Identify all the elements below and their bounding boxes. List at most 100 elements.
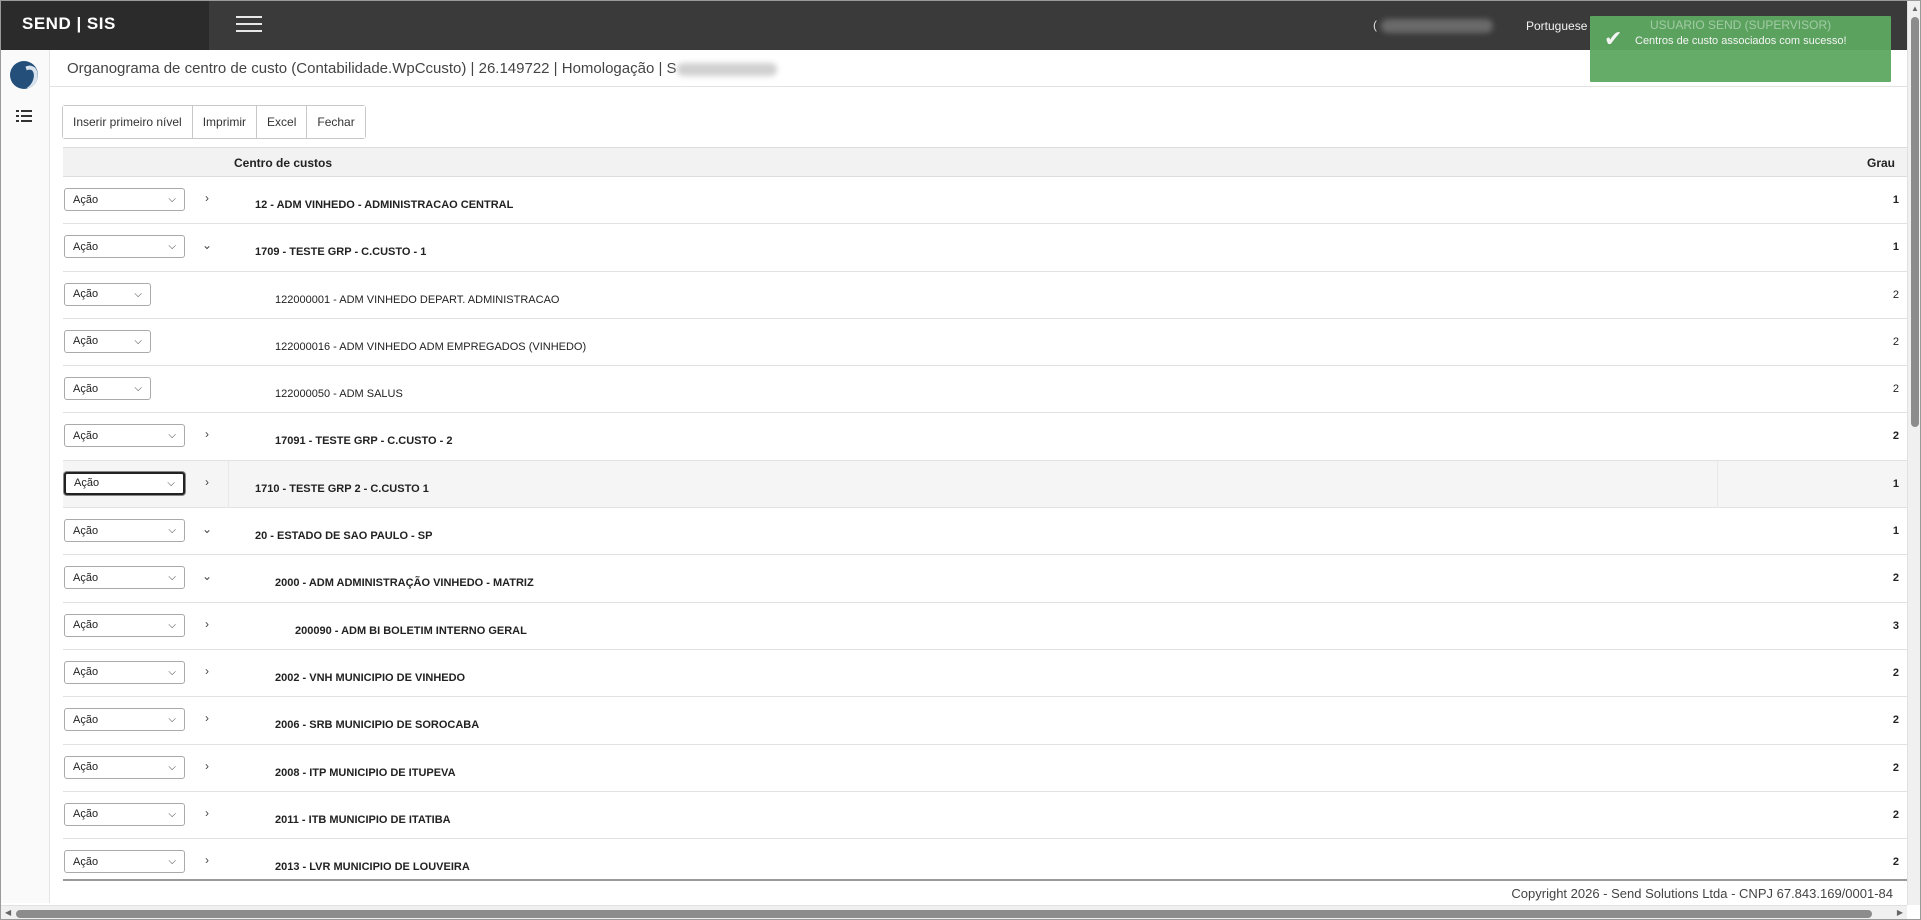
cost-center-name: 200090 - ADM BI BOLETIM INTERNO GERAL [295,624,527,637]
table-row[interactable]: Ação ⌵ ⌄ 1709 - TESTE GRP - C.CUSTO - 1 1 [63,224,1907,272]
table-row[interactable]: Ação ⌵ › 2011 - ITB MUNICIPIO DE ITATIBA 2 [63,792,1907,840]
collapse-icon[interactable]: ⌄ [200,238,214,252]
chevron-down-icon: ⌵ [168,525,176,537]
scroll-up-icon[interactable]: ▲ [1911,4,1919,13]
cost-center-name: 1710 - TESTE GRP 2 - C.CUSTO 1 [255,482,429,495]
print-button[interactable]: Imprimir [192,106,258,138]
table-row[interactable]: Ação ⌵ ⌄ 20 - ESTADO DE SAO PAULO - SP 1 [63,508,1907,556]
grau-value: 2 [1892,666,1899,679]
chevron-down-icon: ⌵ [134,335,142,347]
expand-icon[interactable]: › [200,806,214,820]
app-logo-icon[interactable] [10,61,38,89]
action-select[interactable]: Ação ⌵ [64,613,185,637]
action-select[interactable]: Ação ⌵ [64,188,185,211]
chevron-down-icon: ⌵ [168,856,176,868]
action-select[interactable]: Ação ⌵ [64,708,185,732]
action-select[interactable]: Ação ⌵ [64,566,185,590]
chevron-down-icon: ⌵ [168,241,176,253]
cost-center-name: 2002 - VNH MUNICIPIO DE VINHEDO [275,671,466,684]
table-row[interactable]: Ação ⌵ › 200090 - ADM BI BOLETIM INTERNO GE… [63,603,1907,650]
vertical-scroll-thumb[interactable] [1911,17,1919,427]
action-select[interactable]: Ação ⌵ [64,660,185,684]
action-select[interactable]: Ação ⌵ [64,755,185,779]
cost-center-name: 2011 - ITB MUNICIPIO DE ITATIBA [275,813,451,826]
table-row[interactable]: Ação ⌵ › 12 - ADM VINHEDO - ADMINISTRACAO C… [63,177,1907,225]
action-select-label: Ação [73,666,99,679]
menu-icon[interactable] [236,16,262,34]
horizontal-scroll-thumb[interactable] [16,910,1872,918]
grau-value: 2 [1892,572,1899,585]
action-select[interactable]: Ação ⌵ [64,329,151,353]
cost-center-name: 122000016 - ADM VINHEDO ADM EMPREGADOS (… [275,340,587,353]
action-select[interactable]: Ação ⌵ [64,377,151,401]
scroll-right-icon[interactable]: ▶ [1897,908,1903,917]
table-row[interactable]: Ação ⌵ › 2008 - ITP MUNICIPIO DE ITUPEVA 2 [63,745,1907,792]
collapse-icon[interactable]: ⌄ [200,522,214,536]
grau-value: 3 [1892,619,1899,632]
action-select[interactable]: Ação ⌵ [64,802,185,826]
action-select[interactable]: Ação ⌵ [64,235,185,259]
action-select[interactable]: Ação ⌵ [64,850,185,874]
expand-icon[interactable]: › [200,617,214,631]
column-header-cost-center[interactable]: Centro de custos [234,156,332,170]
table-row[interactable]: Ação ⌵ 122000016 - ADM VINHEDO ADM EMPREGA… [63,319,1907,367]
collapse-icon[interactable]: ⌄ [200,569,214,583]
table-row[interactable]: Ação ⌵ › 2006 - SRB MUNICIPIO DE SOROCABA 2 [63,697,1907,745]
table-row[interactable]: Ação ⌵ › 1710 - TESTE GRP 2 - C.CUSTO 1 1 [63,460,1907,509]
expand-icon[interactable]: › [200,664,214,678]
action-select[interactable]: Ação ⌵ [64,519,185,543]
horizontal-scrollbar[interactable]: ◀ ▶ [1,905,1907,919]
list-icon[interactable] [16,109,32,123]
language-selector[interactable]: Portuguese [1526,19,1587,33]
chevron-down-icon: ⌵ [167,477,175,489]
cost-center-name: 12 - ADM VINHEDO - ADMINISTRACAO CENTRAL [255,199,514,211]
expand-icon[interactable]: › [200,853,214,867]
insert-first-level-button[interactable]: Inserir primeiro nível [63,106,193,138]
expand-icon[interactable]: › [200,427,214,441]
chevron-down-icon: ⌵ [168,619,176,631]
grau-value: 2 [1892,335,1899,348]
action-select-label: Ação [73,571,99,584]
chevron-down-icon: ⌵ [168,666,176,678]
expand-icon[interactable]: › [200,711,214,725]
success-toast[interactable]: ✔ USUARIO SEND (SUPERVISOR) Centros de c… [1590,16,1891,82]
excel-button[interactable]: Excel [257,106,308,138]
table-row[interactable]: Ação ⌵ 122000001 - ADM VINHEDO DEPART. ADM… [63,272,1907,319]
left-sidebar [1,50,50,903]
action-select[interactable]: Ação ⌵ [64,282,151,306]
cost-center-name: 2006 - SRB MUNICIPIO DE SOROCABA [275,719,480,732]
action-select-label: Ação [73,382,99,395]
highlighted-cell [228,460,1718,508]
grau-value: 2 [1892,714,1899,727]
table-row[interactable]: Ação ⌵ ⌄ 2000 - ADM ADMINISTRAÇÃO VINHEDO -… [63,555,1907,603]
grau-value: 2 [1892,288,1899,301]
expand-icon[interactable]: › [200,759,214,773]
action-select-label: Ação [73,429,99,442]
grau-value: 2 [1892,808,1899,821]
chevron-down-icon: ⌵ [134,288,142,300]
vertical-scrollbar[interactable]: ▲ [1907,1,1920,905]
action-select-label: Ação [73,855,99,868]
action-select-label: Ação [73,335,99,348]
cost-center-name: 2008 - ITP MUNICIPIO DE ITUPEVA [275,766,456,779]
chevron-down-icon: ⌵ [168,761,176,773]
scroll-left-icon[interactable]: ◀ [5,908,11,917]
account-prefix: ( [1373,18,1377,32]
cost-center-name: 2000 - ADM ADMINISTRAÇÃO VINHEDO - MATRI… [275,577,534,590]
column-header-grau[interactable]: Grau [1867,156,1907,170]
table-row[interactable]: Ação ⌵ 122000050 - ADM SALUS 2 [63,366,1907,414]
expand-icon[interactable]: › [200,475,214,489]
action-select[interactable]: Ação ⌵ [64,424,185,448]
action-select-label: Ação [73,713,99,726]
action-select-label: Ação [73,193,99,206]
table-row[interactable]: Ação ⌵ › 17091 - TESTE GRP - C.CUSTO - 2 2 [63,413,1907,461]
close-button[interactable]: Fechar [307,106,365,138]
table-row[interactable]: Ação ⌵ › 2002 - VNH MUNICIPIO DE VINHEDO 2 [63,650,1907,698]
grau-value: 1 [1892,241,1899,254]
chevron-down-icon: ⌵ [168,714,176,726]
toast-user: USUARIO SEND (SUPERVISOR) [1650,18,1832,32]
brand-logo[interactable]: SEND | SIS [1,1,209,50]
account-redacted [1381,18,1493,33]
action-select[interactable]: Ação ⌵ [64,471,185,495]
expand-icon[interactable]: › [200,191,214,205]
